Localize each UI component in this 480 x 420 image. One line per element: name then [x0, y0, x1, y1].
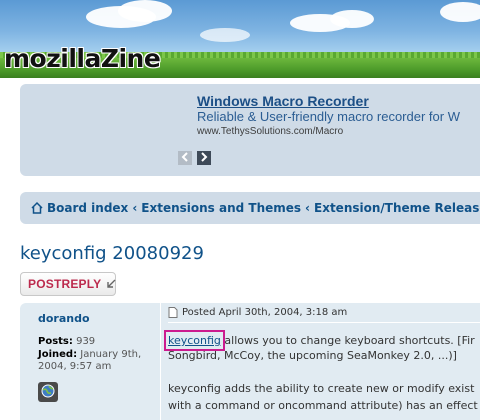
post-timestamp: Posted April 30th, 2004, 3:18 am [168, 307, 347, 318]
reply-arrow-icon [105, 278, 117, 290]
cloud-decoration [440, 2, 480, 22]
post-text-line: keyconfig adds the ability to create new… [168, 382, 475, 395]
ad-panel: Windows Macro Recorder Reliable & User-f… [20, 84, 480, 176]
post-author-link[interactable]: dorando [38, 312, 90, 325]
post-profile: dorando Posts: 939 Joined: January 9th, … [20, 303, 158, 420]
posts-label: Posts: [38, 336, 73, 347]
posts-value: 939 [76, 336, 96, 347]
breadcrumb-board-index[interactable]: Board index [47, 201, 128, 215]
joined-value-line2: 2004, 9:57 am [38, 361, 112, 372]
website-button[interactable] [38, 382, 58, 402]
chevron-right-icon [200, 151, 208, 165]
post-container: dorando Posts: 939 Joined: January 9th, … [20, 303, 480, 420]
ad-next-button[interactable] [197, 151, 211, 165]
site-header-banner: mozillaZine [0, 0, 480, 78]
post-reply-label: POSTREPLY [28, 277, 102, 291]
joined-value-line1: January 9th, [80, 349, 142, 360]
cloud-decoration [200, 28, 250, 42]
breadcrumb-extensions-and-themes[interactable]: Extensions and Themes [141, 201, 301, 215]
post-text-line: with a command or oncommand attribute) h… [168, 399, 478, 412]
chevron-left-icon [181, 151, 189, 165]
post-header-rule [168, 322, 480, 323]
posts-count: Posts: 939 [38, 336, 95, 347]
ad-title-link[interactable]: Windows Macro Recorder [197, 93, 369, 109]
post-reply-button[interactable]: POSTREPLY [20, 272, 116, 296]
home-icon[interactable] [30, 201, 44, 215]
cloud-decoration [330, 10, 374, 28]
breadcrumb-separator: ‹ [132, 201, 138, 215]
joined-label: Joined: [38, 349, 78, 360]
breadcrumb-separator: ‹ [305, 201, 310, 215]
ad-url[interactable]: www.TethysSolutions.com/Macro [197, 126, 343, 137]
post-text-line: Songbird, McCoy, the upcoming SeaMonkey … [168, 349, 457, 362]
joined-date-continued: 2004, 9:57 am [38, 361, 111, 372]
breadcrumb-extension-theme-releases[interactable]: Extension/Theme Releases [314, 201, 480, 215]
post-document-icon[interactable] [168, 307, 178, 318]
keyconfig-link[interactable]: keyconfig [164, 330, 225, 351]
cloud-decoration [118, 0, 172, 22]
ad-description[interactable]: Reliable & User-friendly macro recorder … [197, 109, 460, 124]
joined-date: Joined: January 9th, [38, 349, 141, 360]
post-text-segment: allows you to change keyboard shortcuts.… [220, 334, 475, 347]
post-divider [160, 303, 161, 420]
breadcrumb: Board index ‹ Extensions and Themes ‹ Ex… [20, 192, 480, 224]
globe-icon [41, 383, 55, 402]
post-body: Posted April 30th, 2004, 3:18 am keyconf… [164, 303, 480, 420]
post-text-line: keyconfig allows you to change keyboard … [164, 330, 475, 351]
topic-title[interactable]: keyconfig 20080929 [20, 243, 204, 264]
ad-prev-button[interactable] [178, 151, 192, 165]
posted-text: Posted April 30th, 2004, 3:18 am [182, 307, 348, 318]
site-logo[interactable]: mozillaZine [4, 44, 161, 73]
